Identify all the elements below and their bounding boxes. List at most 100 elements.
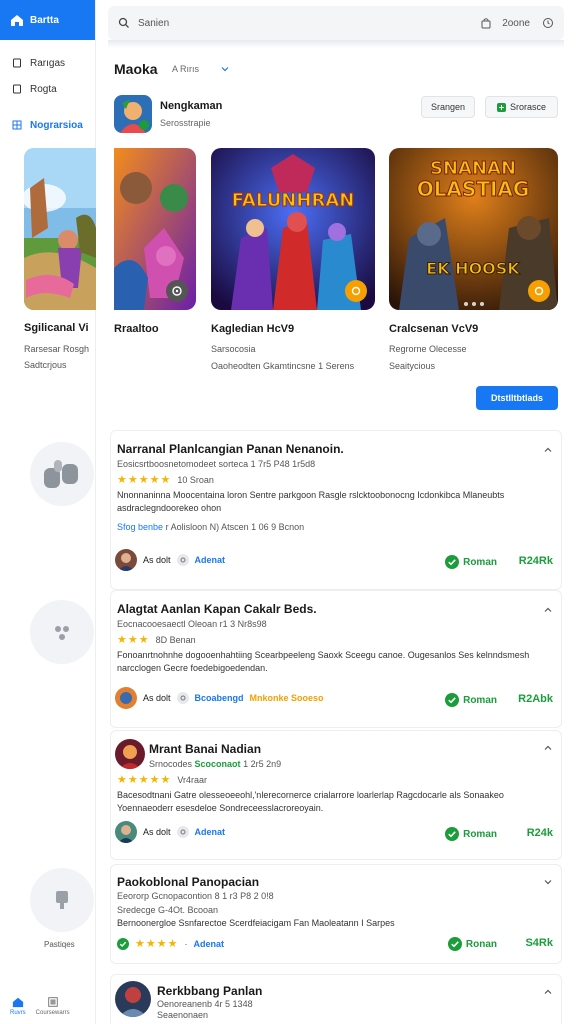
review-footer: As dolt Adenat	[115, 821, 225, 843]
carousel-card-1[interactable]	[114, 148, 196, 310]
review-app-icon[interactable]	[115, 981, 151, 1017]
chevron-down-icon[interactable]	[543, 877, 553, 887]
review-meta-2: Seaenonaen	[157, 1010, 209, 1020]
carousel-card-2[interactable]: FALUNHRAN	[211, 148, 375, 310]
bottom-nav-home[interactable]: Ruvrs	[10, 996, 26, 1016]
badge-icon[interactable]	[528, 280, 550, 302]
review-card-2[interactable]: Alagtat Aanlan Kapan Cakalr Beds. Eocnac…	[110, 590, 562, 728]
search-divider	[108, 40, 564, 48]
reviewer-label: Pastiqes	[44, 940, 75, 949]
peek-card[interactable]: Sgilicanal Vi Rarsesar Rosgh Sadtcrjous	[24, 148, 96, 370]
secondary-button-2-label: Srorasce	[509, 102, 546, 112]
reviewer-avatar-2[interactable]	[30, 600, 94, 664]
search-bar[interactable]: Sanien 2oone	[108, 6, 564, 40]
review-tags: Sfog benbe r Aolisloon N) Atscen 1 06 9 …	[117, 522, 305, 532]
add-icon	[496, 102, 506, 112]
bag-icon[interactable]	[480, 17, 492, 29]
reviewer-avatar-1[interactable]	[30, 442, 94, 506]
featured-app-name: Nengkaman	[160, 100, 223, 112]
gear-icon[interactable]	[176, 826, 189, 838]
review-stars: ★★★ 8D Benan	[117, 634, 196, 646]
badge-icon[interactable]	[345, 280, 367, 302]
review-link[interactable]: Adenat	[195, 827, 226, 837]
brand-label: Bartta	[30, 14, 59, 26]
carousel-dots[interactable]	[464, 302, 484, 306]
review-stars: ★★★★★ 10 Sroan	[117, 474, 214, 486]
sidebar-item-label: Rarıgas	[30, 57, 66, 69]
sidebar-bottom-nav: Ruvrs Coursewarrs	[0, 996, 96, 1016]
review-card-4[interactable]: Paokoblonal Panopacian Eeororp Gcnopacon…	[110, 864, 562, 964]
filter-label[interactable]: A Rırıs	[172, 64, 199, 74]
game-2-logo-text: FALUNHRAN	[232, 190, 355, 211]
bottom-nav-courses[interactable]: Coursewarrs	[36, 996, 70, 1016]
primary-button[interactable]: Dtstlltbtlads	[476, 386, 558, 410]
carousel-title-3: Cralcsenan VcV9	[389, 323, 479, 335]
gear-icon[interactable]	[176, 692, 189, 704]
review-card-1[interactable]: Narranal Planlcangian Panan Nenanoin. Eo…	[110, 430, 562, 590]
review-card-5[interactable]: Rerkbbang Panlan Oenoreanenb 4r 5 1348 S…	[110, 974, 562, 1024]
review-meta: Srnocodes Scoconaot 1 2r5 2n9	[149, 759, 282, 769]
check-circle-icon	[117, 937, 129, 950]
review-count: S4Rk	[525, 937, 553, 949]
carousel-title-1: Rraaltoo	[114, 323, 159, 335]
chevron-up-icon[interactable]	[543, 605, 553, 615]
zone-label[interactable]: 2oone	[502, 18, 530, 29]
chevron-down-icon[interactable]	[220, 64, 230, 74]
sidebar-item-label: Rogta	[30, 83, 57, 95]
review-title: Narranal Planlcangian Panan Nenanoin.	[117, 442, 344, 456]
review-meta: Eeororp Gcnopacontion 8 1 r3 P8 2 0!8	[117, 891, 274, 901]
review-link-secondary[interactable]: Mnkonke Sooeso	[250, 693, 324, 703]
page-title: Maoka	[114, 61, 158, 77]
brand-bar[interactable]: Bartta	[0, 0, 95, 40]
sidebar-item-rogta[interactable]: Rogta	[0, 76, 95, 102]
reviewer-avatar-4[interactable]	[30, 868, 94, 932]
check-circle-icon	[445, 827, 460, 841]
avatar[interactable]	[115, 687, 137, 709]
secondary-button-1[interactable]: Srangen	[421, 96, 475, 118]
review-card-3[interactable]: Mrant Banai Nadian Srnocodes Scoconaot 1…	[110, 730, 562, 860]
review-meta: Oenoreanenb 4r 5 1348	[157, 999, 253, 1009]
sidebar-item-rangas[interactable]: Rarıgas	[0, 50, 95, 76]
review-title: Alagtat Aanlan Kapan Cakalr Beds.	[117, 602, 317, 616]
library-icon	[47, 997, 58, 1007]
review-app-icon[interactable]	[115, 739, 145, 769]
peek-card-art	[24, 148, 96, 310]
review-meta: Eocnacooesaectl Oleoan r1 3 Nr8s98	[117, 619, 267, 629]
gear-icon[interactable]	[176, 554, 189, 566]
carousel-title-2: Kagledian HcV9	[211, 323, 295, 335]
chevron-up-icon[interactable]	[543, 987, 553, 997]
verified-badge: Ronan	[447, 937, 497, 951]
secondary-button-2[interactable]: Srorasce	[485, 96, 558, 118]
peek-card-title: Sgilicanal Vi	[24, 322, 89, 334]
clock-icon[interactable]	[542, 17, 554, 29]
review-link[interactable]: Adenat	[193, 939, 224, 949]
review-stars: ★★★★	[135, 938, 179, 950]
chevron-up-icon[interactable]	[543, 445, 553, 455]
avatar[interactable]	[115, 821, 137, 843]
featured-app-sub: Serosstrapie	[160, 118, 211, 128]
featured-app-icon[interactable]	[114, 95, 152, 133]
review-title: Mrant Banai Nadian	[149, 742, 262, 756]
author-name: As dolt	[143, 827, 171, 837]
game-3-logo-text-a: SNANAN	[430, 158, 516, 179]
review-title: Rerkbbang Panlan	[157, 984, 263, 998]
chevron-up-icon[interactable]	[543, 743, 553, 753]
share-icon[interactable]	[166, 280, 188, 302]
review-body: Nnonnaninna Moocentaina loron Sentre par…	[117, 490, 505, 513]
sidebar-item-nograrsioa[interactable]: Nograrsioa	[0, 112, 95, 138]
review-body: Bacesodtnani Gatre olesseoeeohl,'nlereco…	[117, 790, 504, 813]
review-link[interactable]: Bcoabengd	[195, 693, 244, 703]
carousel-sub-3: Regrorne Olecesse	[389, 344, 467, 354]
home-icon	[11, 15, 23, 26]
peek-card-sub: Rarsesar Rosgh	[24, 344, 90, 354]
review-meta-2: Sredecge G-4Ot. Bcooan	[117, 905, 219, 915]
grid-icon	[12, 120, 22, 130]
author-name: As dolt	[143, 555, 171, 565]
peek-card-sub2: Sadtcrjous	[24, 360, 67, 370]
verified-badge: Roman	[445, 827, 497, 841]
document-icon	[13, 84, 21, 94]
avatar[interactable]	[115, 549, 137, 571]
review-link[interactable]: Adenat	[195, 555, 226, 565]
carousel-card-3[interactable]: SNANAN OLASTIAG EK HOOSK	[389, 148, 558, 310]
game-3-logo-text-b: OLASTIAG	[417, 177, 530, 201]
